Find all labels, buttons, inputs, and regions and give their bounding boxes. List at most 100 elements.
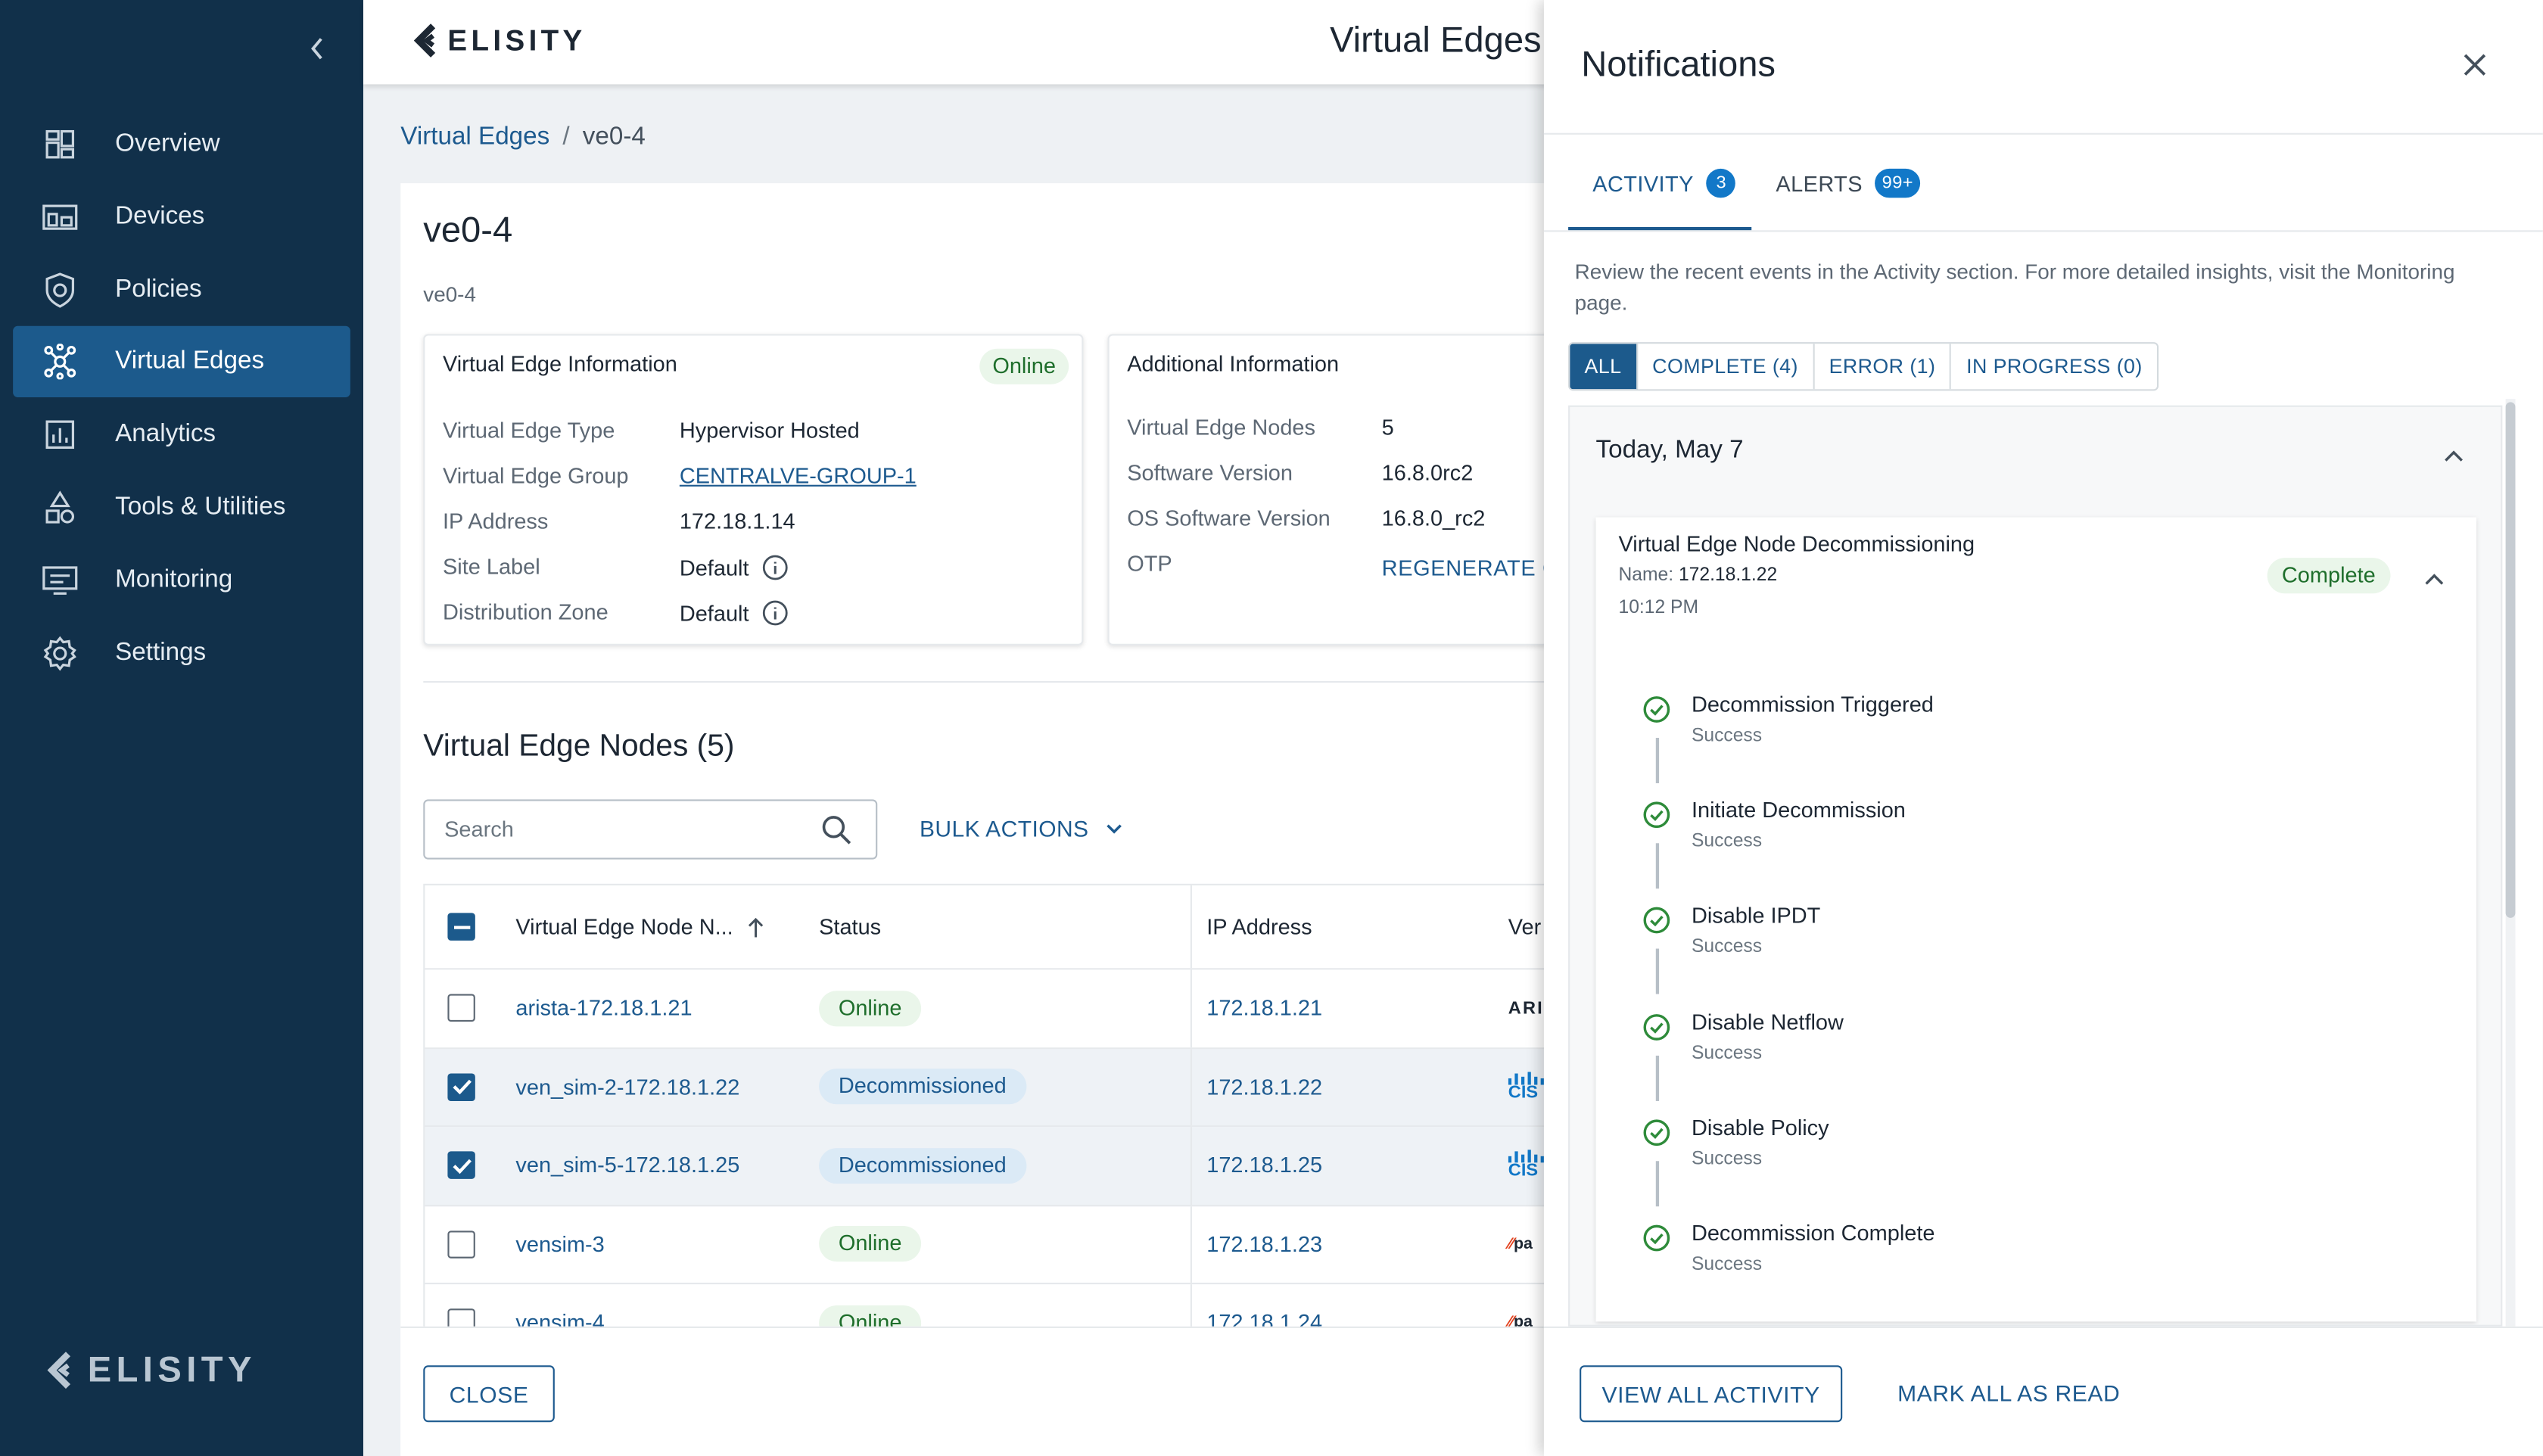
progress-step: Disable Netflow Success (1643, 1010, 2292, 1075)
collapse-event-button[interactable] (2423, 566, 2445, 596)
view-all-activity-button[interactable]: VIEW ALL ACTIVITY (1580, 1365, 1843, 1423)
info-row: Virtual Edge Nodes 5 (1127, 415, 1394, 440)
sidebar-item-label: Analytics (115, 420, 216, 448)
cisco-logo: CIS (1508, 1071, 1544, 1103)
elisity-logo-icon (47, 1352, 71, 1389)
node-name-link[interactable]: vensim-3 (515, 1206, 604, 1283)
status-badge: Complete (2267, 558, 2391, 594)
sidebar-item-label: Settings (115, 638, 207, 666)
feed-scrollbar-thumb[interactable] (2505, 402, 2516, 918)
nodes-table: Virtual Edge Node N... Status IP Address… (423, 883, 1633, 1365)
chevron-up-icon (2445, 450, 2463, 462)
sidebar-item-monitoring[interactable]: Monitoring (13, 545, 350, 616)
sidebar-item-settings[interactable]: Settings (13, 618, 350, 689)
activity-event-card: Virtual Edge Node Decommissioning Name: … (1595, 517, 2477, 1322)
table-row[interactable]: arista-172.18.1.21 Online 172.18.1.21 AR… (425, 969, 1632, 1049)
info-icon[interactable] (762, 555, 788, 580)
virtual-edge-info-box: Virtual Edge Information Online Virtual … (423, 334, 1084, 646)
node-search-input[interactable]: Search (423, 799, 878, 860)
bulk-actions-button[interactable]: BULK ACTIONS (920, 816, 1125, 842)
check-circle-icon (1643, 696, 1670, 723)
sidebar-item-label: Overview (115, 129, 220, 157)
activity-description: Review the recent events in the Activity… (1574, 259, 2455, 315)
filter-complete-button[interactable]: COMPLETE (4) (1637, 344, 1815, 390)
close-button[interactable]: CLOSE (423, 1365, 555, 1423)
sort-ascending-icon[interactable] (746, 916, 766, 938)
node-ip-link[interactable]: 172.18.1.25 (1206, 1127, 1322, 1204)
sidebar-item-label: Tools & Utilities (115, 493, 286, 521)
paloalto-logo: ⁄⁄pa (1508, 1235, 1533, 1253)
node-name-link[interactable]: ven_sim-2-172.18.1.22 (515, 1048, 739, 1125)
status-badge: Online (819, 1226, 922, 1262)
filter-in-progress-button[interactable]: IN PROGRESS (0) (1951, 344, 2158, 390)
node-ip-link[interactable]: 172.18.1.22 (1206, 1048, 1322, 1125)
table-row[interactable]: vensim-3 Online 172.18.1.23 ⁄⁄pa (425, 1206, 1632, 1285)
activity-filter-group: ALL COMPLETE (4) ERROR (1) IN PROGRESS (… (1568, 342, 2159, 391)
row-checkbox[interactable] (447, 1230, 475, 1258)
virtual-edge-detail-card: ve0-4 ve0-4 Virtual Edge Information Onl… (400, 183, 1633, 1456)
table-row[interactable]: ven_sim-5-172.18.1.25 Decommissioned 172… (425, 1127, 1632, 1206)
row-checkbox[interactable] (447, 1072, 475, 1101)
sidebar-logo: ELISITY (45, 1349, 257, 1392)
sidebar-item-virtual-edges[interactable]: Virtual Edges (13, 326, 350, 398)
breadcrumb-root-link[interactable]: Virtual Edges (400, 123, 549, 151)
node-name-link[interactable]: arista-172.18.1.21 (515, 969, 692, 1047)
column-header-name[interactable]: Virtual Edge Node N... (515, 885, 765, 968)
mark-all-read-button[interactable]: MARK ALL AS READ (1897, 1380, 2120, 1406)
search-icon[interactable] (820, 814, 853, 847)
progress-step: Initiate Decommission Success (1643, 798, 2292, 863)
tab-activity[interactable]: ACTIVITY 3 (1592, 168, 1736, 198)
nodes-section-title: Virtual Edge Nodes (5) (423, 730, 735, 764)
check-circle-icon (1643, 1224, 1670, 1252)
alerts-count-badge: 99+ (1875, 168, 1920, 198)
event-name: Name: 172.18.1.22 (1618, 565, 1778, 586)
close-notifications-button[interactable] (2462, 52, 2488, 78)
progress-step: Disable Policy Success (1643, 1115, 2292, 1181)
column-header-ip[interactable]: IP Address (1206, 885, 1312, 968)
sidebar-item-label: Monitoring (115, 565, 233, 593)
info-icon[interactable] (762, 600, 788, 626)
collapse-date-group-button[interactable] (2442, 443, 2465, 472)
chevron-down-icon (1107, 824, 1122, 834)
progress-step: Decommission Complete Success (1643, 1221, 2292, 1286)
node-ip-link[interactable]: 172.18.1.21 (1206, 969, 1322, 1047)
monitoring-icon (42, 562, 78, 598)
breadcrumb: Virtual Edges / ve0-4 (400, 123, 646, 151)
table-row[interactable]: ven_sim-2-172.18.1.22 Decommissioned 172… (425, 1048, 1632, 1128)
info-row: Virtual Edge Group CENTRALVE-GROUP-1 (442, 463, 917, 488)
header-logo[interactable]: ELISITY (412, 23, 586, 58)
virtual-edges-icon (42, 344, 78, 381)
activity-count-badge: 3 (1706, 168, 1736, 198)
page-title: Virtual Edges (1330, 19, 1542, 61)
virtual-edge-group-link[interactable]: CENTRALVE-GROUP-1 (680, 464, 917, 488)
info-row: OTP REGENERATE CF (1127, 551, 1573, 581)
sidebar-item-devices[interactable]: Devices (13, 182, 350, 253)
row-checkbox[interactable] (447, 994, 475, 1022)
arista-logo: ARI (1508, 998, 1544, 1019)
table-header-row: Virtual Edge Node N... Status IP Address… (425, 885, 1632, 970)
filter-error-button[interactable]: ERROR (1) (1814, 344, 1952, 390)
row-checkbox[interactable] (447, 1151, 475, 1180)
column-header-version[interactable]: Ver (1508, 885, 1541, 968)
info-row: Virtual Edge Type Hypervisor Hosted (442, 418, 860, 443)
sidebar-item-policies[interactable]: Policies (13, 254, 350, 325)
sidebar-item-analytics[interactable]: Analytics (13, 400, 350, 471)
detail-footer: CLOSE (400, 1326, 1633, 1456)
column-header-status[interactable]: Status (819, 885, 881, 968)
filter-all-button[interactable]: ALL (1570, 344, 1638, 390)
node-ip-link[interactable]: 172.18.1.23 (1206, 1206, 1322, 1283)
analytics-icon (42, 417, 78, 453)
notifications-title: Notifications (1581, 43, 1776, 85)
check-circle-icon (1643, 1014, 1670, 1041)
status-badge: Online (979, 348, 1069, 384)
sidebar-item-overview[interactable]: Overview (13, 109, 350, 180)
collapse-sidebar-button[interactable] (302, 33, 335, 65)
node-name-link[interactable]: ven_sim-5-172.18.1.25 (515, 1127, 739, 1204)
tab-alerts[interactable]: ALERTS 99+ (1776, 168, 1920, 198)
activity-feed: Today, May 7 Virtual Edge Node Decommiss… (1568, 405, 2503, 1327)
info-row: IP Address 172.18.1.14 (442, 509, 795, 534)
additional-info-box: Additional Information Virtual Edge Node… (1107, 334, 1595, 646)
check-circle-icon (1643, 1119, 1670, 1146)
sidebar-item-tools[interactable]: Tools & Utilities (13, 472, 350, 543)
select-all-checkbox[interactable] (447, 913, 475, 941)
